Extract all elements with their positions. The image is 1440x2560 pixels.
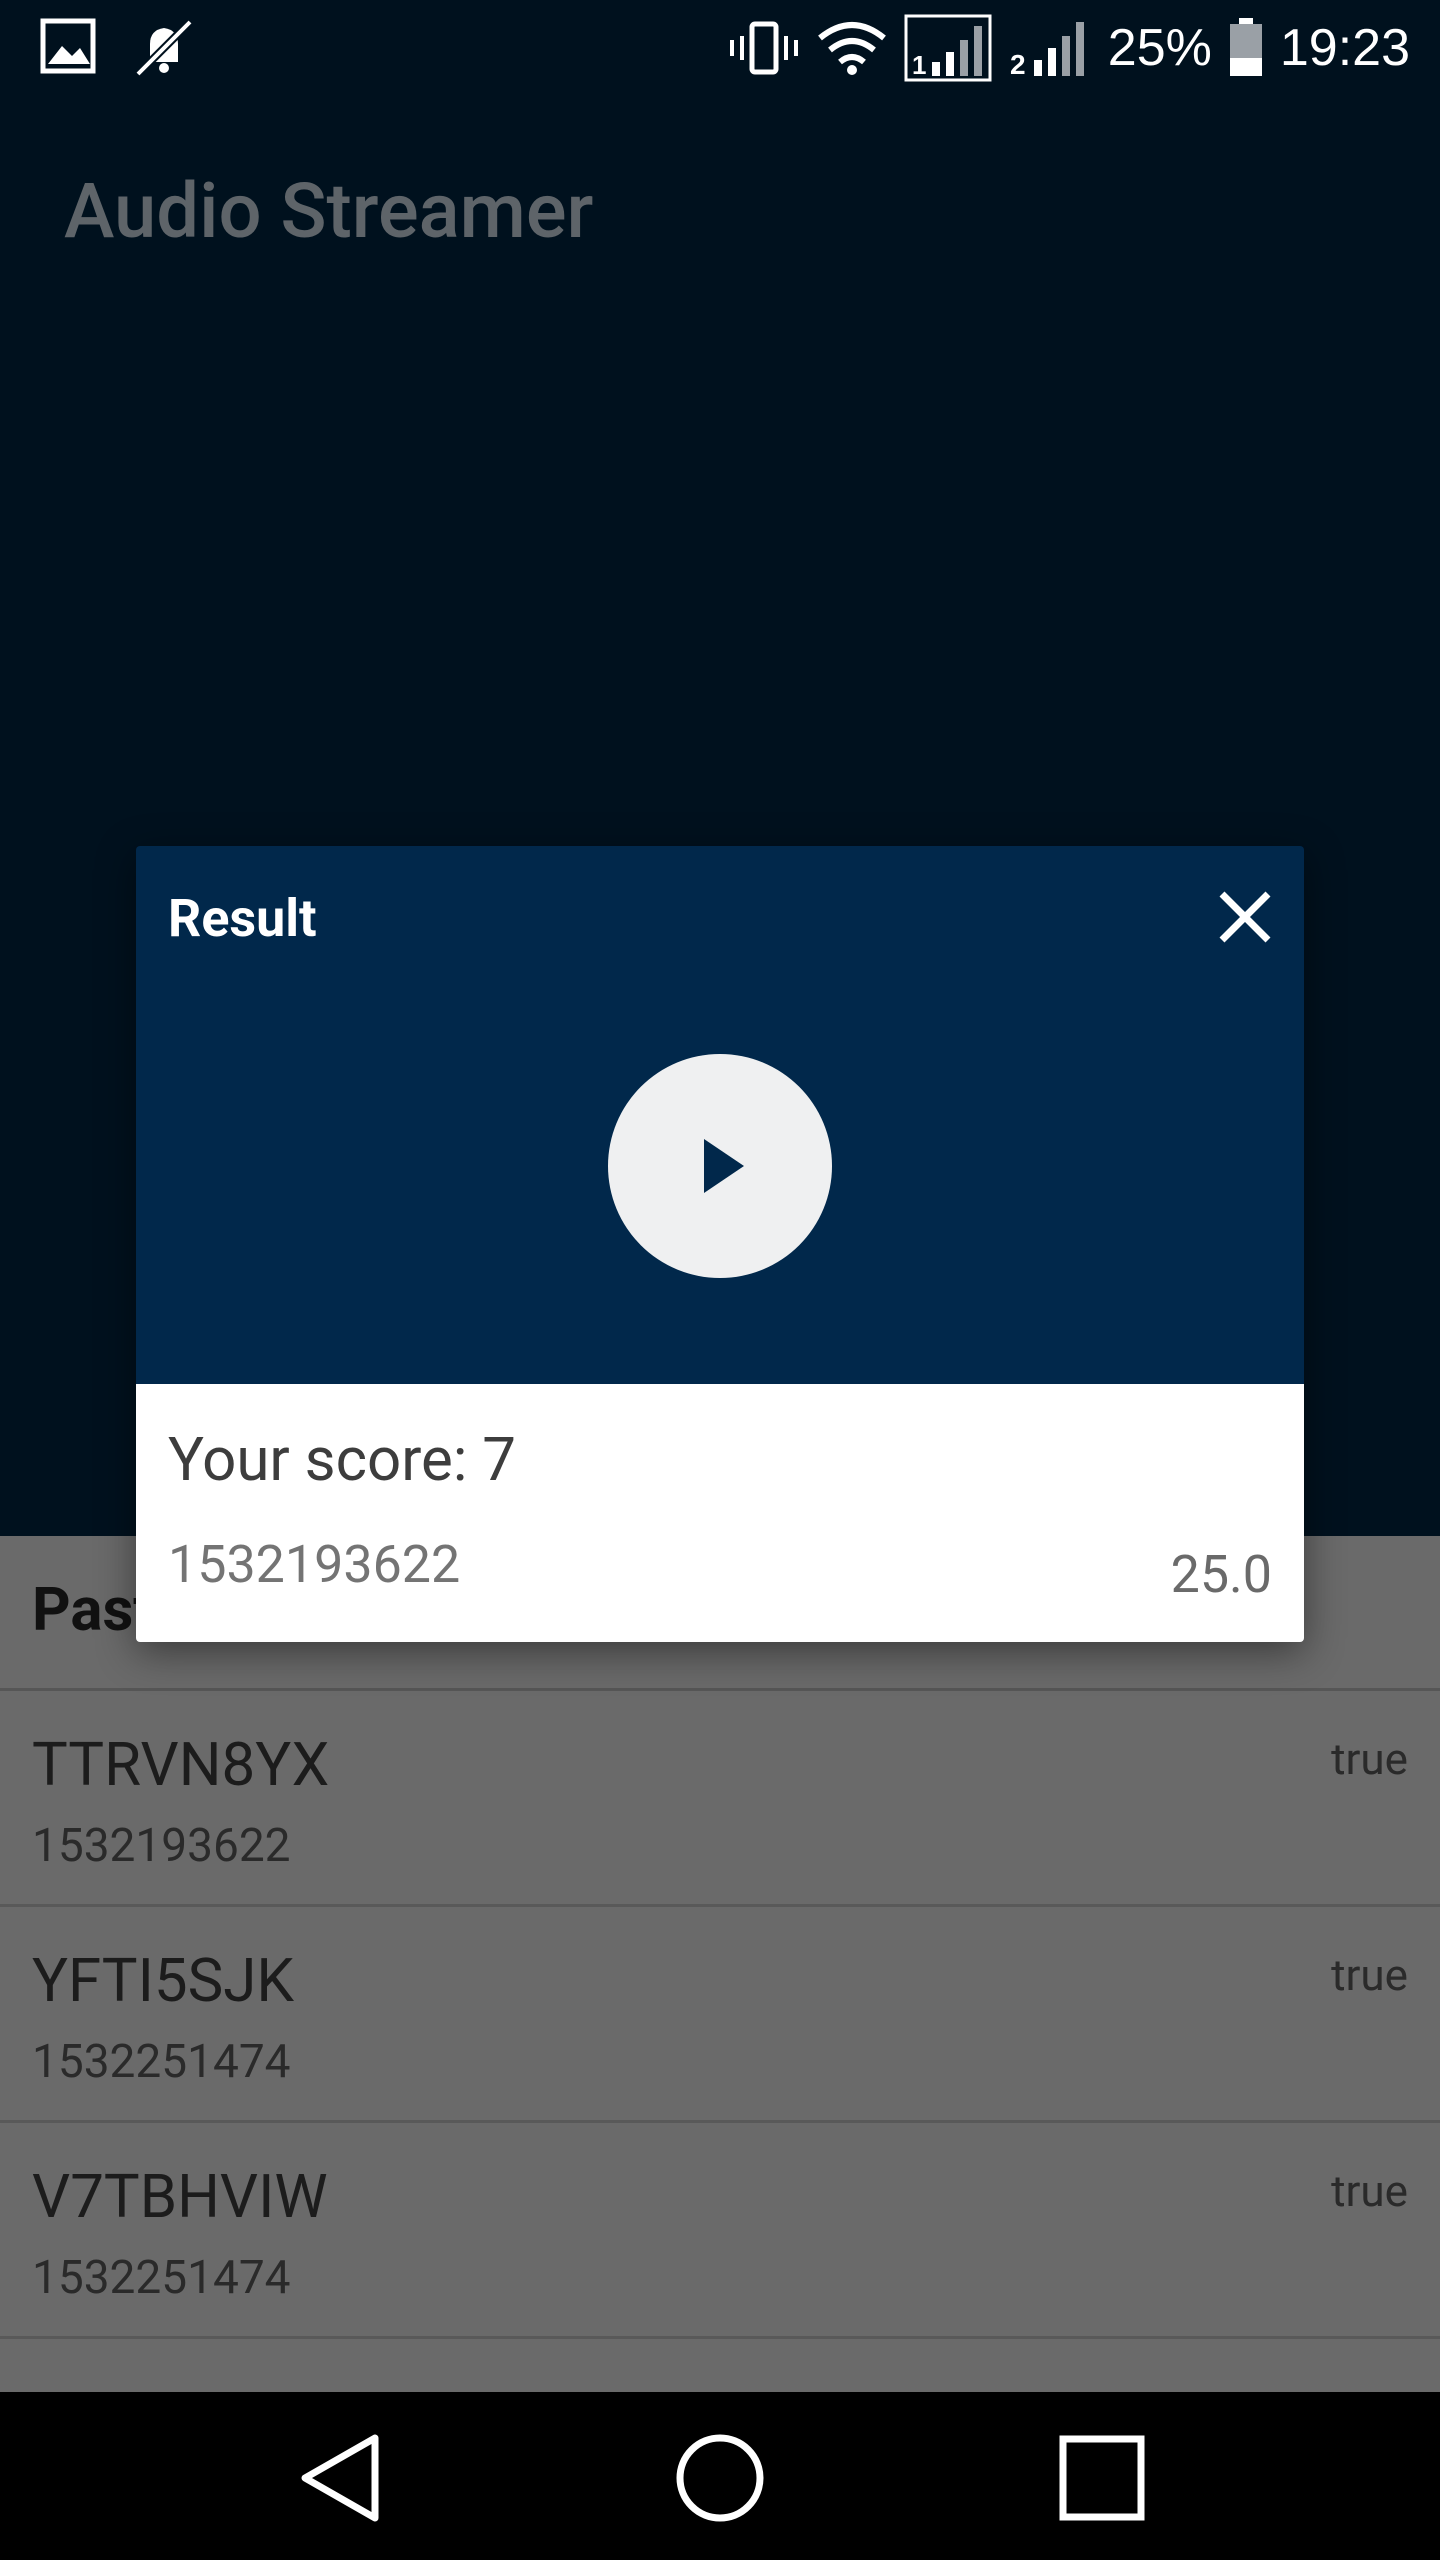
list-item-id: YFTI5SJK xyxy=(32,1945,295,2016)
list-item-id: V7TBHVIW xyxy=(32,2161,328,2232)
svg-text:2: 2 xyxy=(1010,49,1026,80)
history-list: Past TTRVN8YX 1532193622 true YFTI5SJK 1… xyxy=(0,1536,1440,2392)
vibrate-icon xyxy=(728,20,800,76)
recents-button[interactable] xyxy=(1052,2428,1152,2528)
list-item-flag: true xyxy=(1331,1949,1408,2001)
close-icon xyxy=(1219,891,1271,943)
app-title: Audio Streamer xyxy=(64,166,594,256)
result-dialog: Result Your score: 7 1532193622 25.0 xyxy=(136,846,1304,1642)
list-item-timestamp: 1532251474 xyxy=(32,2251,291,2305)
recents-icon xyxy=(1059,2435,1145,2521)
list-item-timestamp: 1532193622 xyxy=(32,1819,291,1873)
list-item-flag: true xyxy=(1331,1733,1408,1785)
list-item-flag: true xyxy=(1331,2165,1408,2217)
score-label: Your score: 7 xyxy=(168,1424,516,1495)
list-item-id: TTRVN8YX xyxy=(32,1729,330,1800)
list-item[interactable]: YFTI5SJK 1532251474 true xyxy=(0,1907,1440,2123)
play-button[interactable] xyxy=(608,1054,832,1278)
home-button[interactable] xyxy=(670,2428,770,2528)
sim1-signal-icon: 1 xyxy=(904,14,992,82)
battery-icon xyxy=(1228,18,1264,78)
home-icon xyxy=(676,2434,764,2522)
wifi-icon xyxy=(816,20,888,76)
score-value: 25.0 xyxy=(1170,1544,1272,1605)
close-button[interactable] xyxy=(1210,882,1280,952)
dialog-header: Result xyxy=(136,846,1304,1384)
notifications-off-icon xyxy=(132,18,196,78)
image-icon xyxy=(40,18,96,78)
list-item[interactable]: TTRVN8YX 1532193622 true xyxy=(0,1691,1440,1907)
clock: 19:23 xyxy=(1279,19,1410,77)
navigation-bar xyxy=(0,2392,1440,2560)
back-icon xyxy=(301,2434,379,2522)
sim2-signal-icon: 2 xyxy=(1008,16,1092,80)
list-item-timestamp: 1532251474 xyxy=(32,2035,291,2089)
battery-percent: 25% xyxy=(1107,19,1212,77)
list-item[interactable]: V7TBHVIW 1532251474 true xyxy=(0,2123,1440,2339)
score-timestamp: 1532193622 xyxy=(168,1534,461,1595)
dialog-title: Result xyxy=(168,888,317,949)
svg-text:1: 1 xyxy=(912,50,926,80)
dialog-body: Your score: 7 1532193622 25.0 xyxy=(136,1384,1304,1642)
status-bar: 1 2 25% 19:23 xyxy=(0,0,1440,96)
play-icon xyxy=(704,1139,744,1193)
back-button[interactable] xyxy=(290,2428,390,2528)
